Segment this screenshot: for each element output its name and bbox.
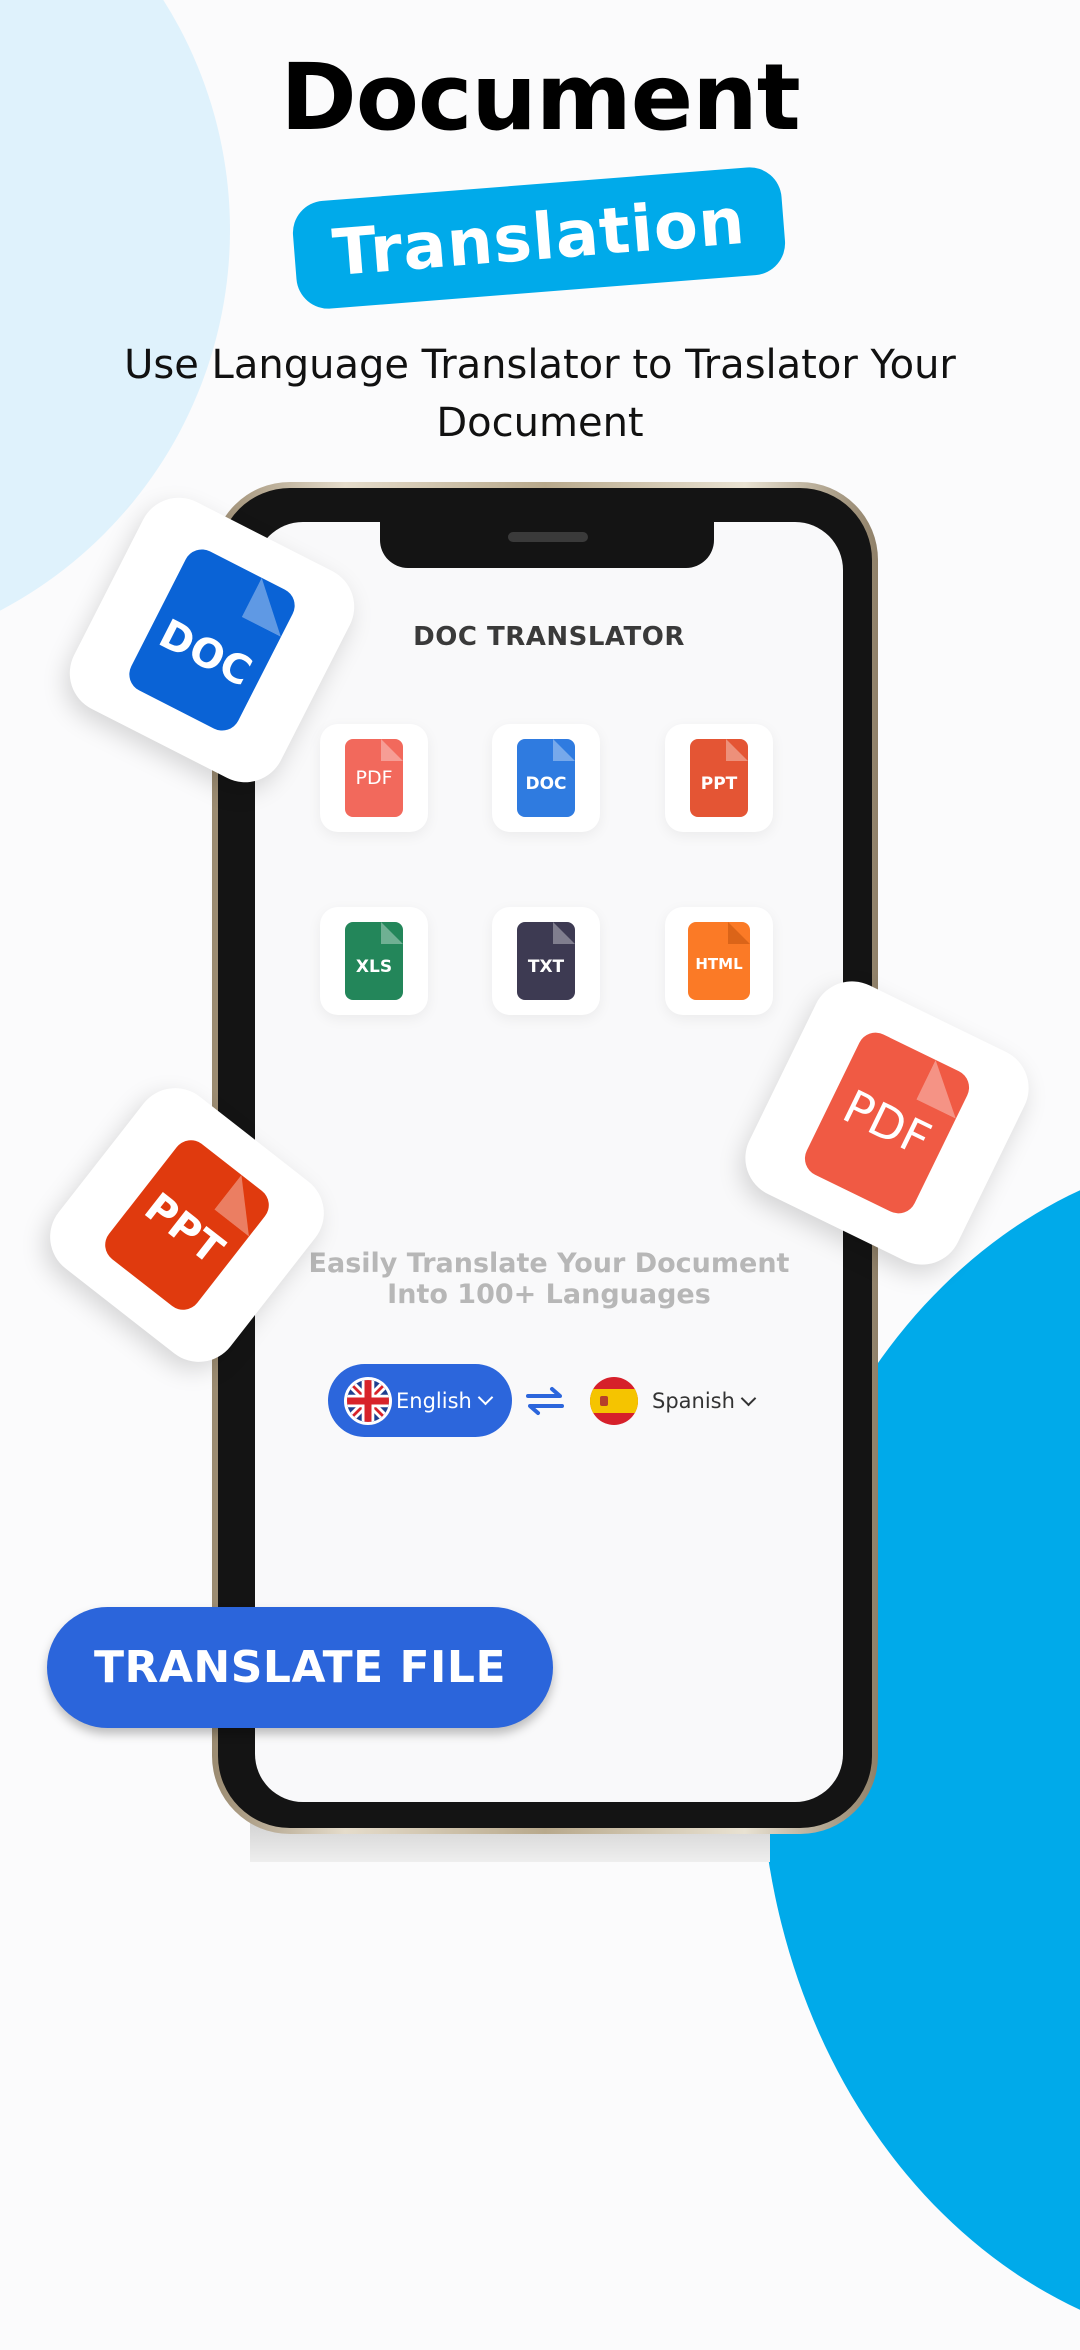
headline-subtitle: Use Language Translator to Traslator You… [124,342,956,446]
target-language-selector[interactable]: Spanish [590,1377,757,1425]
file-type-label: PDF [355,767,393,789]
file-type-tile-pdf[interactable]: PDF [320,724,428,832]
badge-label: Translation [330,184,748,292]
tagline-line-1: Easily Translate Your Document [308,1248,790,1279]
spain-flag-icon [590,1377,638,1425]
uk-flag-icon [344,1376,392,1425]
translate-file-button[interactable]: TRANSLATE FILE [47,1607,553,1728]
xls-file-icon: XLS [345,922,403,1000]
file-type-label: PPT [700,774,738,794]
pdf-file-icon: PDF [798,1026,976,1220]
swap-languages-icon[interactable] [524,1385,566,1417]
source-language-selector[interactable]: English [328,1364,512,1437]
headline-badge: Translation [290,164,788,312]
headline-title: Document [280,44,800,151]
file-type-label: XLS [355,957,393,977]
floating-card-label: DOC [151,610,259,696]
ppt-file-icon: PPT [690,739,748,817]
file-type-tile-doc[interactable]: DOC [492,724,600,832]
file-type-label: DOC [525,774,567,794]
ppt-file-icon: PPT [97,1132,277,1318]
phone-notch [380,516,714,568]
doc-file-icon: DOC [517,739,575,817]
app-tagline: Easily Translate Your Document Into 100+… [255,1248,843,1310]
tagline-line-2: Into 100+ Languages [387,1279,711,1310]
file-type-tile-ppt[interactable]: PPT [665,724,773,832]
floating-card-label: PPT [135,1184,232,1274]
pdf-file-icon: PDF [345,739,403,817]
file-type-tile-html[interactable]: HTML [665,907,773,1015]
source-language-label: English [396,1388,472,1413]
target-language-label: Spanish [652,1389,735,1413]
doc-file-icon: DOC [123,543,301,737]
file-type-tile-xls[interactable]: XLS [320,907,428,1015]
txt-file-icon: TXT [517,922,575,1000]
chevron-down-icon [477,1389,494,1406]
file-type-tile-txt[interactable]: TXT [492,907,600,1015]
html-file-icon: HTML [688,922,750,1000]
phone-speaker [508,532,588,542]
file-type-label: HTML [695,955,743,973]
chevron-down-icon [740,1390,757,1406]
file-type-label: TXT [527,957,565,977]
